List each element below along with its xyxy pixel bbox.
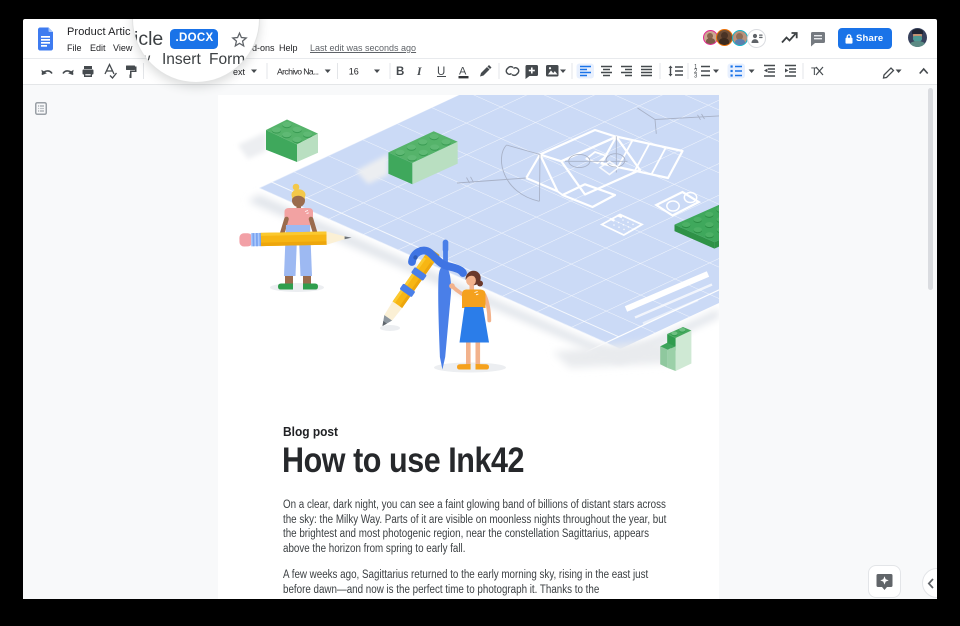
svg-text:B: B xyxy=(396,66,404,78)
svg-text:3: 3 xyxy=(694,74,698,80)
svg-text:I: I xyxy=(416,66,422,78)
svg-text:16: 16 xyxy=(349,67,359,77)
svg-text:A: A xyxy=(459,66,467,78)
svg-text:Archivo Na...: Archivo Na... xyxy=(277,67,319,77)
